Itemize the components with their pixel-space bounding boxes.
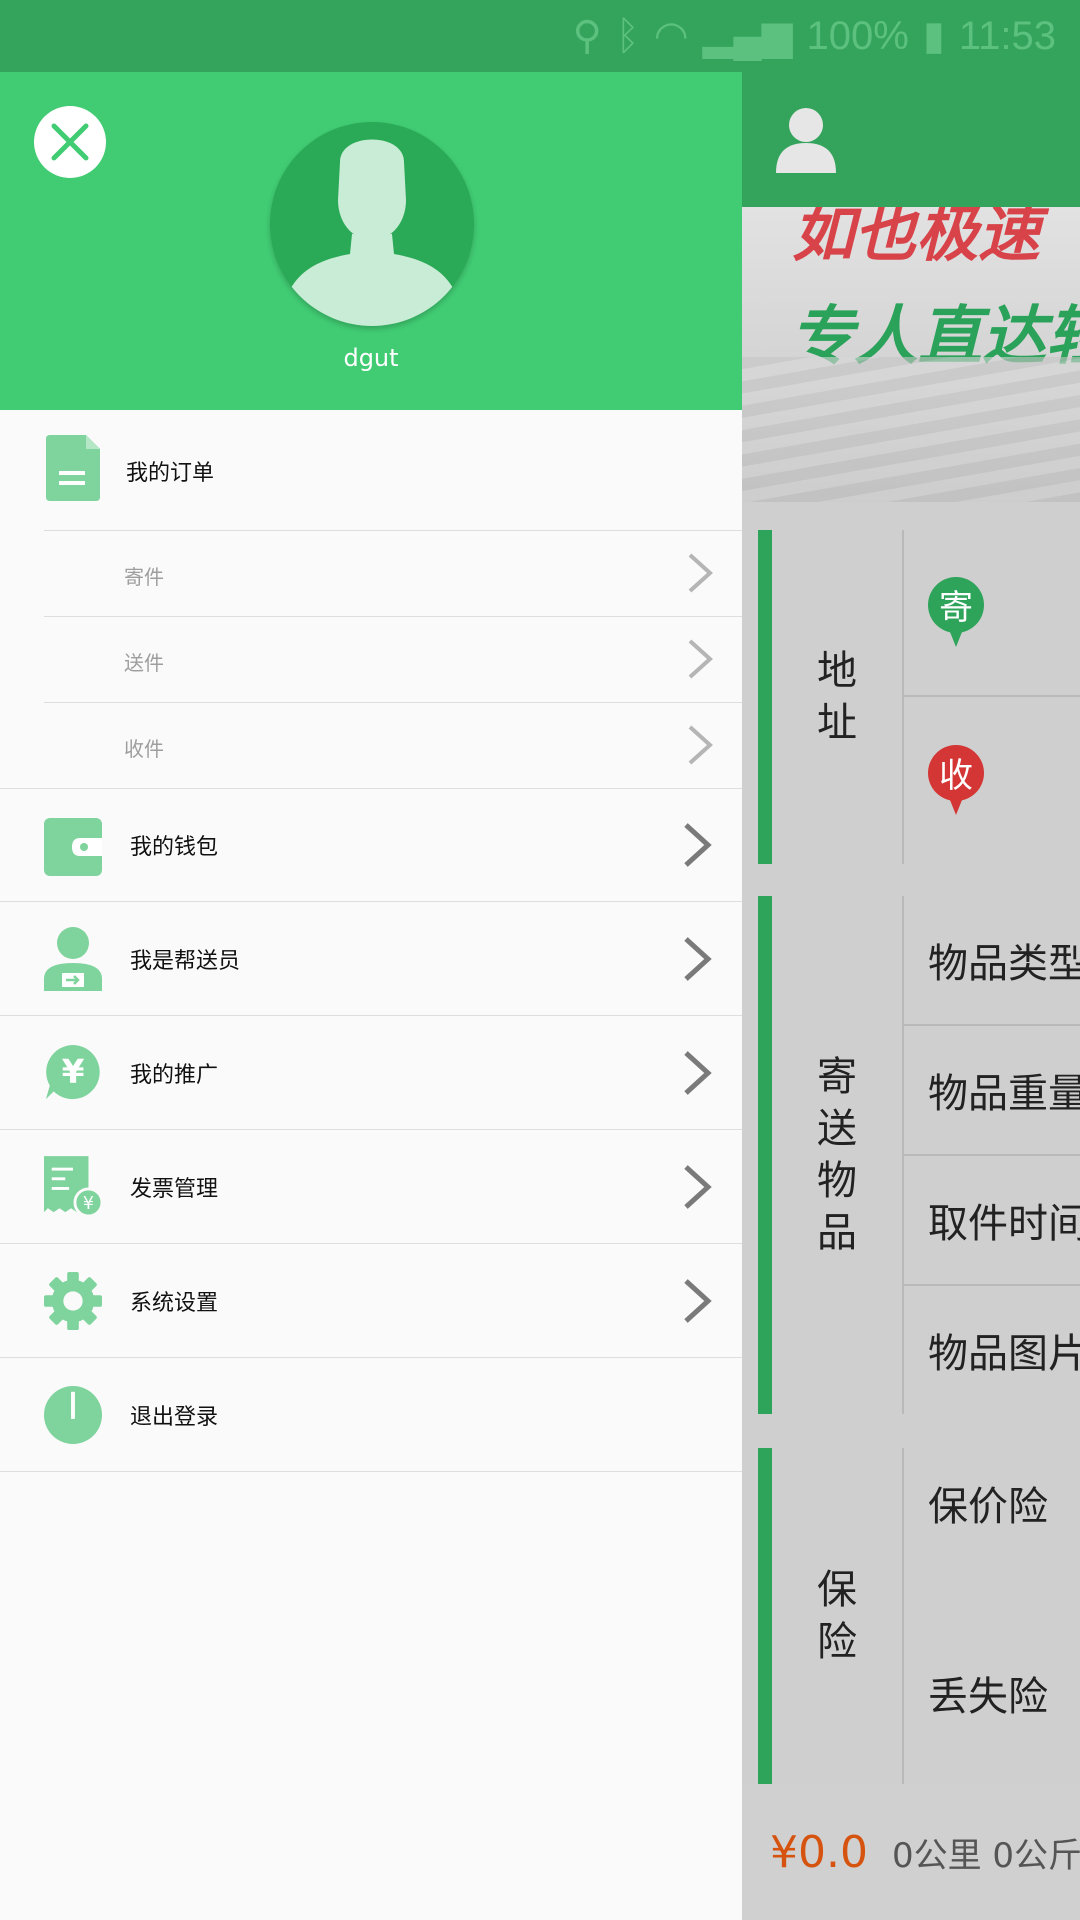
gear-icon: [44, 1269, 102, 1333]
section-accent-bar: [758, 530, 772, 864]
sender-address-row[interactable]: 寄: [904, 530, 1080, 697]
distance-weight: 0公里 0公斤: [891, 1835, 1080, 1876]
banner-text-1: 如也极速: [792, 207, 1041, 270]
username: dgut: [343, 344, 399, 372]
battery-icon: ▮: [922, 14, 945, 58]
chevron-right-icon: [688, 553, 713, 593]
item-photo-row[interactable]: 物品图片: [904, 1286, 1080, 1414]
sub-item-deliver[interactable]: 送件: [44, 616, 742, 701]
sub-item-label: 送件: [124, 651, 164, 675]
section-accent-bar: [758, 896, 772, 1414]
send-pin-icon: 寄: [928, 576, 984, 649]
chevron-right-icon: [688, 639, 713, 679]
user-icon[interactable]: [776, 107, 836, 173]
wifi-icon: ◠: [653, 14, 689, 58]
close-icon: [51, 123, 89, 161]
chevron-right-icon: [684, 1164, 712, 1209]
navigation-drawer: dgut 我的订单 寄件 送件 收件 我的钱包 我是帮送员 ¥ 我的推广 ¥ 发…: [0, 72, 742, 1920]
menu-my-orders[interactable]: 我的订单: [0, 410, 742, 532]
yuan-bubble-icon: ¥: [44, 1041, 102, 1105]
menu-label: 发票管理: [130, 1176, 219, 1202]
location-icon: ⚲: [572, 14, 602, 58]
item-weight-row[interactable]: 物品重量: [904, 1026, 1080, 1156]
chevron-right-icon: [688, 725, 713, 765]
signal-icon: ▂▄▆: [702, 14, 793, 58]
insurance-label: 保险: [817, 1567, 857, 1665]
menu-promotion[interactable]: ¥ 我的推广: [0, 1016, 742, 1130]
item-type-row[interactable]: 物品类型: [904, 896, 1080, 1026]
sub-item-label: 寄件: [124, 565, 164, 589]
app-header: [742, 72, 1080, 207]
pickup-time-row[interactable]: 取件时间: [904, 1156, 1080, 1286]
items-label: 寄送物品: [817, 1054, 857, 1256]
chevron-right-icon: [684, 1050, 712, 1095]
menu-logout[interactable]: 退出登录: [0, 1358, 742, 1472]
sub-item-label: 收件: [124, 737, 164, 761]
menu-label: 我的推广: [130, 1062, 219, 1088]
status-bar: ⚲ ᛒ ◠ ▂▄▆ 100% ▮ 11:53: [0, 0, 1080, 72]
document-icon: [44, 435, 102, 501]
chevron-right-icon: [684, 823, 712, 867]
clock: 11:53: [958, 13, 1056, 58]
summary-bar: ¥0.0 0公里 0公斤: [742, 1784, 1080, 1920]
menu-courier[interactable]: 我是帮送员: [0, 902, 742, 1016]
menu-label: 我的钱包: [130, 835, 219, 860]
promo-banner[interactable]: 如也极速 专人直达轻: [742, 207, 1080, 502]
menu-label: 我是帮送员: [130, 948, 241, 974]
insured-value-row[interactable]: 保价险: [904, 1448, 1080, 1558]
receive-pin-icon: 收: [928, 744, 984, 817]
price-value: ¥0.0: [770, 1826, 868, 1878]
chevron-right-icon: [684, 1278, 712, 1323]
receiver-address-row[interactable]: 收: [904, 697, 1080, 864]
menu-label: 退出登录: [130, 1404, 219, 1430]
menu-invoice[interactable]: ¥ 发票管理: [0, 1130, 742, 1244]
banner-road-image: [742, 357, 1080, 502]
sub-item-send[interactable]: 寄件: [44, 530, 742, 615]
loss-insurance-row[interactable]: 丢失险: [904, 1638, 1080, 1748]
battery-percent: 100%: [806, 13, 909, 58]
invoice-icon: ¥: [44, 1155, 102, 1219]
menu-label: 我的订单: [126, 461, 215, 486]
menu-wallet[interactable]: 我的钱包: [0, 788, 742, 902]
power-icon: [44, 1383, 102, 1447]
courier-person-icon: [44, 927, 102, 991]
address-label: 地址: [817, 648, 857, 746]
sub-item-receive[interactable]: 收件: [44, 702, 742, 787]
background-screen: 如也极速 专人直达轻 地址 寄 收 寄送物品 物品类型 物品重量 取件时间 物品…: [742, 72, 1080, 1920]
drawer-header: dgut: [0, 72, 742, 410]
close-button[interactable]: [34, 106, 106, 178]
svg-text:¥: ¥: [62, 1052, 85, 1091]
section-accent-bar: [758, 1448, 772, 1784]
wallet-icon: [44, 814, 102, 878]
items-section: 寄送物品 物品类型 物品重量 取件时间 物品图片: [742, 896, 1080, 1414]
chevron-right-icon: [684, 936, 712, 981]
default-avatar-icon: [278, 139, 466, 326]
insurance-section: 保险 保价险 丢失险: [742, 1448, 1080, 1784]
menu-settings[interactable]: 系统设置: [0, 1244, 742, 1358]
avatar[interactable]: [270, 122, 474, 326]
menu-label: 系统设置: [130, 1290, 219, 1316]
address-section: 地址 寄 收: [742, 530, 1080, 864]
bluetooth-icon: ᛒ: [615, 13, 640, 58]
svg-text:¥: ¥: [83, 1194, 94, 1214]
